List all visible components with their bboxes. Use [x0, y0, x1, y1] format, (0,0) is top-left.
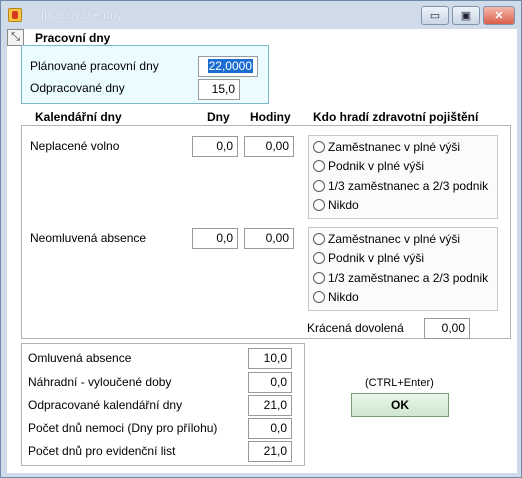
summary-value-sick-days[interactable]: 0,0	[248, 418, 292, 439]
minimize-button[interactable]: ▭	[421, 6, 449, 25]
work-days-panel: Plánované pracovní dny 22,0000 Odpracova…	[21, 45, 269, 104]
summary-label-worked-calendar-days: Odpracované kalendářní dny	[28, 398, 183, 412]
hours-column-header: Hodiny	[250, 110, 291, 124]
shortcut-hint: (CTRL+Enter)	[365, 377, 434, 389]
unexcused-option-employee[interactable]: Zaměstnanec v plné výši	[313, 231, 460, 247]
summary-label-substitute-periods: Náhradní - vyloučené doby	[28, 375, 172, 389]
summary-label-sick-days: Počet dnů nemoci (Dny pro přílohu)	[28, 421, 218, 435]
summary-value-substitute-periods[interactable]: 0,0	[248, 372, 292, 393]
unexcused-option-split[interactable]: 1/3 zaměstnanec a 2/3 podnik	[313, 270, 488, 286]
calendar-days-heading: Kalendářní dny	[35, 110, 122, 124]
unpaid-leave-option-company[interactable]: Podnik v plné výši	[313, 158, 424, 174]
unexcused-absence-label: Neomluvená absence	[30, 231, 147, 245]
unexcused-absence-insurance-group: Zaměstnanec v plné výši Podnik v plné vý…	[308, 227, 498, 311]
summary-panel: Omluvená absence 10,0 Náhradní - vylouče…	[21, 343, 305, 466]
radio-icon	[313, 252, 325, 264]
maximize-icon: ▣	[460, 10, 472, 22]
unpaid-leave-option-split[interactable]: 1/3 zaměstnanec a 2/3 podnik	[313, 178, 488, 194]
unexcused-option-nobody[interactable]: Nikdo	[313, 289, 359, 305]
radio-icon	[313, 291, 325, 303]
unexcused-absence-days-field[interactable]: 0,0	[192, 228, 238, 249]
unexcused-absence-hours-field[interactable]: 0,00	[244, 228, 294, 249]
unpaid-leave-option-nobody[interactable]: Nikdo	[313, 197, 359, 213]
summary-label-excused-absence: Omluvená absence	[28, 351, 132, 365]
insurance-column-header: Kdo hradí zdravotní pojištění	[313, 110, 479, 124]
unexcused-option-company[interactable]: Podnik v plné výši	[313, 250, 424, 266]
summary-value-record-sheet-days[interactable]: 21,0	[248, 441, 292, 462]
radio-icon	[313, 180, 325, 192]
dialog-window: Odpracované dny ▭ ▣ ✕ ⤡ Pracovní dny Plá…	[0, 0, 522, 478]
reduced-leave-field[interactable]: 0,00	[424, 318, 470, 339]
title-bar: Odpracované dny ▭ ▣ ✕	[1, 1, 521, 30]
reduced-leave-label: Krácená dovolená	[307, 321, 404, 335]
unpaid-leave-label: Neplacené volno	[30, 139, 120, 153]
close-button[interactable]: ✕	[483, 6, 515, 25]
worked-days-label: Odpracované dny	[30, 81, 125, 95]
close-icon: ✕	[494, 10, 504, 22]
summary-value-worked-calendar-days[interactable]: 21,0	[248, 395, 292, 416]
app-icon	[8, 8, 22, 22]
radio-icon	[313, 272, 325, 284]
unpaid-leave-days-field[interactable]: 0,0	[192, 136, 238, 157]
minimize-icon: ▭	[429, 10, 441, 22]
worked-days-field[interactable]: 15,0	[198, 79, 240, 100]
unpaid-leave-insurance-group: Zaměstnanec v plné výši Podnik v plné vý…	[308, 135, 498, 219]
summary-label-record-sheet-days: Počet dnů pro evidenční list	[28, 444, 176, 458]
radio-icon	[313, 141, 325, 153]
work-days-heading: Pracovní dny	[35, 31, 111, 45]
maximize-button[interactable]: ▣	[452, 6, 480, 25]
planned-days-label: Plánované pracovní dny	[30, 59, 159, 73]
calendar-days-panel: Neplacené volno 0,0 0,00 Zaměstnanec v p…	[21, 125, 511, 339]
radio-icon	[313, 233, 325, 245]
unpaid-leave-option-employee[interactable]: Zaměstnanec v plné výši	[313, 139, 460, 155]
dialog-content: ⤡ Pracovní dny Plánované pracovní dny 22…	[7, 29, 517, 473]
resize-icon[interactable]: ⤡	[7, 29, 24, 46]
radio-icon	[313, 160, 325, 172]
planned-days-field[interactable]: 22,0000	[198, 56, 258, 77]
unpaid-leave-hours-field[interactable]: 0,00	[244, 136, 294, 157]
radio-icon	[313, 199, 325, 211]
days-column-header: Dny	[207, 110, 230, 124]
ok-button[interactable]: OK	[351, 393, 449, 417]
window-title: Odpracované dny	[28, 8, 123, 22]
summary-value-excused-absence[interactable]: 10,0	[248, 348, 292, 369]
